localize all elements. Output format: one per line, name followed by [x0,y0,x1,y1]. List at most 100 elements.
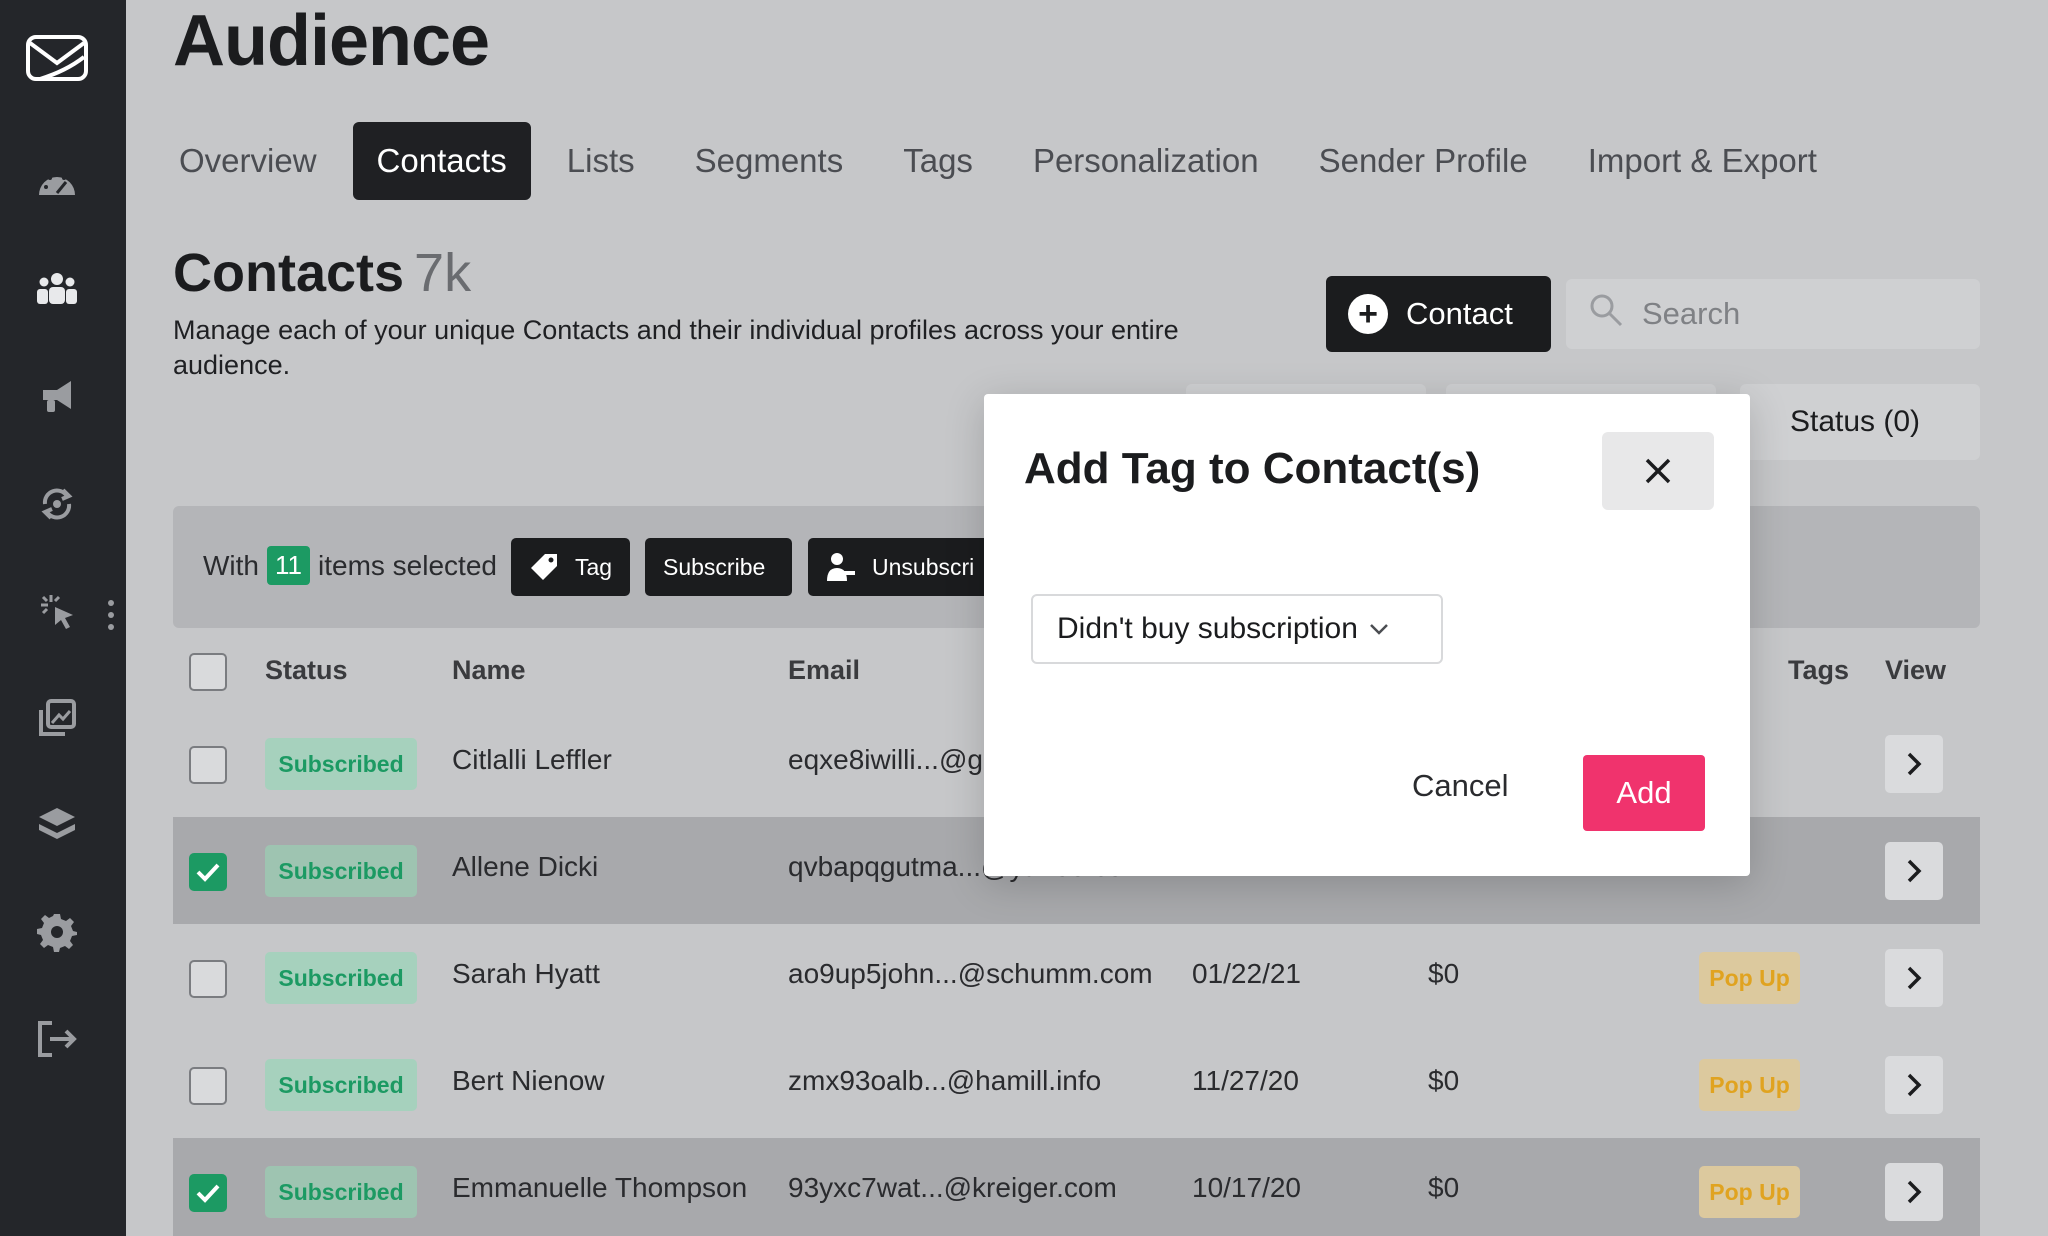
chevron-down-icon [1368,622,1390,636]
contact-name: Allene Dicki [452,851,599,882]
tag-icon [529,552,559,582]
dashboard-gauge-icon[interactable] [33,158,81,206]
tab-overview[interactable]: Overview [173,122,341,200]
selection-summary: With 11 items selected [203,546,497,585]
tag-badge: Pop Up [1699,952,1800,1004]
contact-amount: $0 [1428,1172,1460,1203]
automation-cycle-icon[interactable] [33,480,81,528]
section-description: Manage each of your unique Contacts and … [173,315,1179,380]
selection-prefix: With [203,549,259,581]
status-badge: Subscribed [265,845,417,897]
table-row[interactable]: Subscribed Bert Nienow zmx93oalb...@hami… [173,1031,1980,1138]
status-badge: Subscribed [265,952,417,1004]
view-contact-button[interactable] [1885,735,1943,793]
plus-icon: + [1348,294,1388,334]
contact-name: Citlalli Leffler [452,744,612,775]
checkmark-icon [196,863,220,882]
subscribe-button[interactable]: Subscribe [645,538,792,596]
row-checkbox[interactable] [189,746,227,784]
logout-icon[interactable] [33,1015,81,1063]
table-row[interactable]: Subscribed Sarah Hyatt ao9up5john...@sch… [173,924,1980,1031]
audience-people-icon[interactable] [33,264,81,312]
add-button[interactable]: Add [1583,755,1705,831]
layers-icon[interactable] [33,801,81,849]
tab-personalization[interactable]: Personalization [1009,122,1283,200]
chevron-right-icon [1907,1180,1922,1204]
search-input[interactable] [1642,296,1962,332]
selection-suffix: items selected [318,549,497,581]
resize-handle-icon[interactable] [106,598,116,632]
row-checkbox[interactable] [189,1174,227,1212]
contact-email: zmx93oalb...@hamill.info [788,1065,1102,1096]
section-title: Contacts 7k [173,242,471,304]
status-badge: Subscribed [265,1059,417,1111]
user-remove-icon [826,551,856,583]
row-checkbox[interactable] [189,853,227,891]
settings-gear-icon[interactable] [33,908,81,956]
chevron-right-icon [1907,859,1922,883]
header-email[interactable]: Email [788,655,860,686]
header-tags[interactable]: Tags [1788,655,1849,686]
header-view: View [1885,655,1947,685]
chevron-right-icon [1907,1073,1922,1097]
tag-select-dropdown[interactable]: Didn't buy subscription [1031,594,1443,664]
search-box[interactable] [1566,279,1980,349]
add-contact-button[interactable]: + Contact [1326,276,1551,352]
unsubscribe-button-label: Unsubscri [872,553,975,580]
view-contact-button[interactable] [1885,1163,1943,1221]
header-name[interactable]: Name [452,655,526,686]
row-checkbox[interactable] [189,1067,227,1105]
tab-lists[interactable]: Lists [543,122,659,200]
status-filter-label: Status (0) [1790,405,1921,438]
tag-button[interactable]: Tag [511,538,630,596]
contact-date: 01/22/21 [1192,958,1301,989]
tab-sender-profile[interactable]: Sender Profile [1295,122,1552,200]
modal-title: Add Tag to Contact(s) [1024,444,1481,493]
modal-close-button[interactable] [1602,432,1714,510]
cancel-button[interactable]: Cancel [1412,760,1509,812]
tag-badge: Pop Up [1699,1059,1800,1111]
tag-select-value: Didn't buy subscription [1057,612,1358,645]
contact-amount: $0 [1428,958,1460,989]
checkmark-icon [196,1184,220,1203]
tab-segments[interactable]: Segments [671,122,868,200]
select-all-checkbox[interactable] [189,653,227,691]
contact-name: Sarah Hyatt [452,958,600,989]
contact-email: ao9up5john...@schumm.com [788,958,1153,989]
contact-email: 93yxc7wat...@kreiger.com [788,1172,1117,1203]
header-status[interactable]: Status [265,655,348,686]
section-title-text: Contacts [173,243,405,303]
contact-email: eqxe8iwilli...@gı [788,744,991,775]
status-badge: Subscribed [265,738,417,790]
tab-contacts[interactable]: Contacts [352,122,531,200]
tab-tags[interactable]: Tags [879,122,997,200]
add-tag-modal: Add Tag to Contact(s) Didn't buy subscri… [984,394,1750,876]
cursor-click-icon[interactable] [33,587,81,635]
sidebar [0,0,126,1236]
contact-date: 11/27/20 [1192,1065,1299,1096]
status-filter[interactable]: Status (0) [1740,384,1980,460]
subscribe-button-label: Subscribe [663,553,766,580]
mail-logo-icon[interactable] [26,34,88,82]
contact-amount: $0 [1428,1065,1460,1096]
megaphone-icon[interactable] [33,372,81,420]
row-checkbox[interactable] [189,960,227,998]
view-contact-button[interactable] [1885,949,1943,1007]
view-contact-button[interactable] [1885,842,1943,900]
add-contact-label: Contact [1406,296,1513,331]
table-row[interactable]: Subscribed Emmanuelle Thompson 93yxc7wat… [173,1138,1980,1236]
tag-badge: Pop Up [1699,1166,1800,1218]
chevron-right-icon [1907,966,1922,990]
chevron-right-icon [1907,752,1922,776]
status-badge: Subscribed [265,1166,417,1218]
gallery-icon[interactable] [33,694,81,742]
search-icon [1588,292,1624,336]
audience-tabs: Overview Contacts Lists Segments Tags Pe… [173,122,1853,200]
page-title: Audience [173,1,490,81]
contacts-count: 7k [414,243,472,303]
tab-import-export[interactable]: Import & Export [1564,122,1841,200]
contact-name: Emmanuelle Thompson [452,1172,748,1203]
unsubscribe-button[interactable]: Unsubscri [808,538,1008,596]
selection-count-badge: 11 [267,546,310,585]
view-contact-button[interactable] [1885,1056,1943,1114]
